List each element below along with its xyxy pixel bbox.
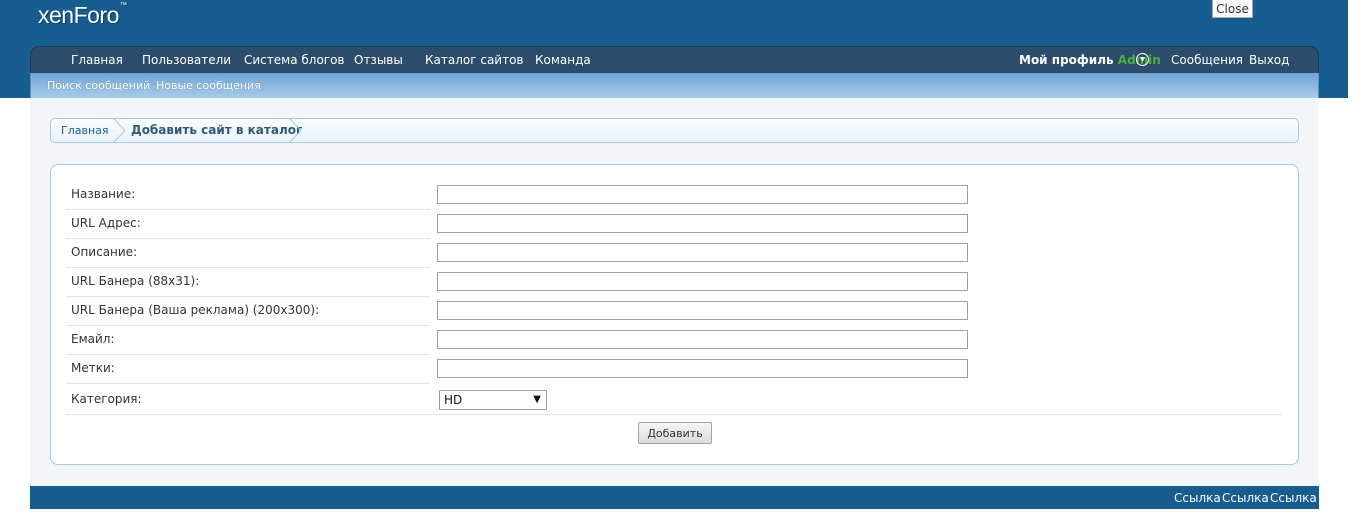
form-divider xyxy=(66,414,1282,415)
label-banner-200x300: URL Банера (Ваша реклама) (200x300): xyxy=(71,303,320,317)
subnav-new-messages[interactable]: Новые сообщения xyxy=(156,79,261,92)
category-selected-value: HD xyxy=(444,393,463,407)
row-divider xyxy=(66,325,430,326)
row-divider xyxy=(66,209,430,210)
label-email: Емайл: xyxy=(71,332,115,346)
footer-link[interactable]: Ссылка xyxy=(1222,491,1269,505)
nav-item-reviews[interactable]: Отзывы xyxy=(354,53,403,67)
row-divider xyxy=(66,238,430,239)
label-description: Описание: xyxy=(71,245,138,259)
nav-logout[interactable]: Выход xyxy=(1249,53,1289,67)
breadcrumb: Главная Добавить сайт в каталог xyxy=(50,118,1299,143)
url-input[interactable] xyxy=(437,214,968,233)
nav-item-blogs[interactable]: Система блогов xyxy=(244,53,345,67)
chevron-right-icon xyxy=(288,118,302,143)
label-title: Название: xyxy=(71,187,136,201)
label-tags: Метки: xyxy=(71,361,115,375)
category-select[interactable]: HD ▼ xyxy=(439,390,547,410)
sub-navbar: Поиск сообщений Новые сообщения xyxy=(30,73,1319,98)
subnav-search-messages[interactable]: Поиск сообщений xyxy=(47,79,150,92)
label-category: Категория: xyxy=(71,392,142,406)
description-input[interactable] xyxy=(437,243,968,262)
breadcrumb-current: Добавить сайт в каталог xyxy=(131,123,303,137)
banner-200x300-input[interactable] xyxy=(437,301,968,320)
row-divider xyxy=(66,296,430,297)
main-navbar: Главная Пользователи Система блогов Отзы… xyxy=(30,46,1319,73)
close-button[interactable]: Close xyxy=(1212,0,1253,18)
nav-item-team[interactable]: Команда xyxy=(535,53,591,67)
row-divider xyxy=(66,383,430,384)
breadcrumb-home[interactable]: Главная xyxy=(61,124,109,137)
nav-messages[interactable]: Сообщения xyxy=(1171,53,1243,67)
xenforo-logo[interactable]: xenForo™ xyxy=(38,2,127,29)
footer-link[interactable]: Ссылка xyxy=(1174,491,1221,505)
title-input[interactable] xyxy=(437,185,968,204)
label-url: URL Адрес: xyxy=(71,216,141,230)
footer-link[interactable]: Ссылка xyxy=(1270,491,1317,505)
site-footer: Ссылка Ссылка Ссылка xyxy=(30,486,1319,509)
chevron-right-icon xyxy=(112,118,126,143)
logo-text: xenForo xyxy=(38,2,119,28)
nav-item-users[interactable]: Пользователи xyxy=(142,53,231,67)
row-divider xyxy=(66,354,430,355)
label-banner-88x31: URL Банера (88x31): xyxy=(71,274,200,288)
row-divider xyxy=(66,267,430,268)
banner-88x31-input[interactable] xyxy=(437,272,968,291)
email-input[interactable] xyxy=(437,330,968,349)
add-button[interactable]: Добавить xyxy=(638,422,712,444)
nav-item-site-catalog[interactable]: Каталог сайтов xyxy=(425,53,524,67)
logo-trademark: ™ xyxy=(119,2,127,9)
chevron-down-icon[interactable]: ▼ xyxy=(1136,53,1149,66)
my-profile-label: Мой профиль xyxy=(1019,53,1114,67)
tags-input[interactable] xyxy=(437,359,968,378)
triangle-down-icon: ▼ xyxy=(533,394,541,405)
nav-item-home[interactable]: Главная xyxy=(71,53,123,67)
